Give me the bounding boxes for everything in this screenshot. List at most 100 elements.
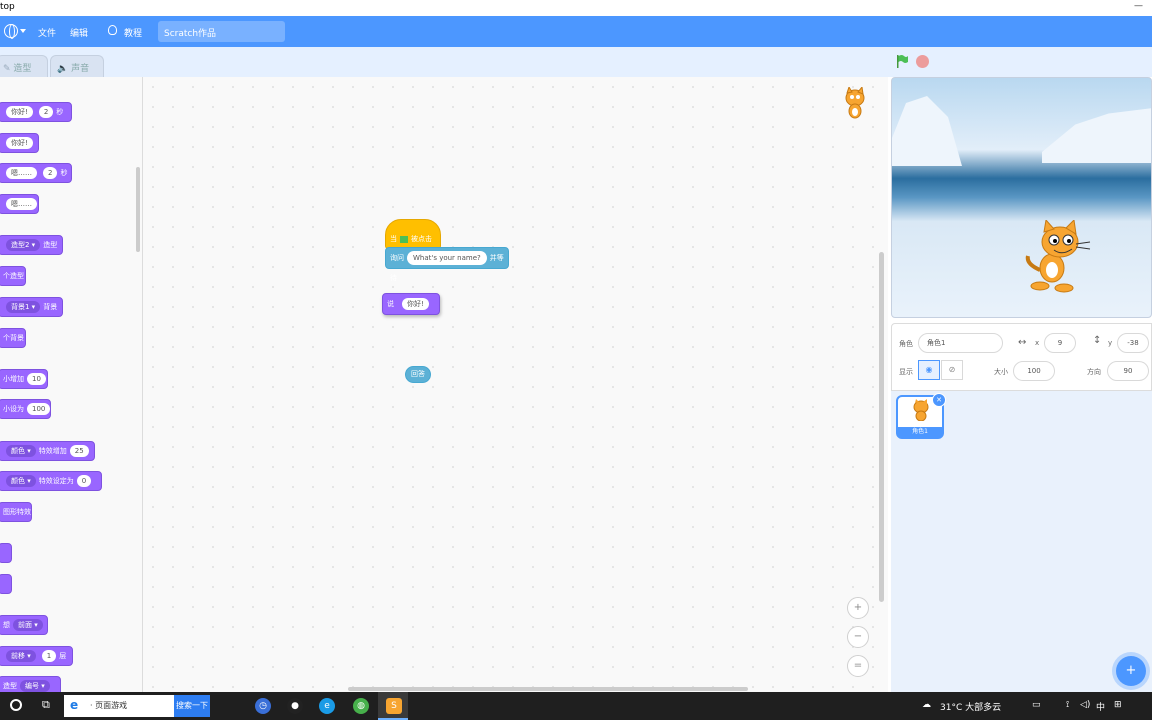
clock-app-icon[interactable]: ◷ [255,698,271,714]
menu-tutorials[interactable]: 教程 [124,26,142,39]
palette-block-hide[interactable] [0,574,12,594]
palette-block-change-size[interactable]: 小增加 10 [0,369,48,389]
block-dropdown[interactable]: 颜色 ▾ [6,475,36,487]
block-label: 层 [59,652,67,660]
tab-costumes[interactable]: ✎ 造型 [0,55,48,77]
stage[interactable] [891,77,1152,318]
taskbar-search-text: · 页面游戏 [90,701,128,710]
language-caret-icon[interactable] [20,29,26,33]
x-field[interactable]: 9 [1044,333,1076,353]
palette-block-change-effect[interactable]: 颜色 ▾ 特效增加 25 [0,441,95,461]
block-dropdown[interactable]: 前面 ▾ [13,619,43,631]
block-input[interactable]: 2 [43,167,58,179]
scratch-app-icon: S [386,698,402,714]
zoom-reset-button[interactable]: = [847,655,869,677]
zoom-out-button[interactable]: − [847,626,869,648]
block-input[interactable]: 10 [27,373,46,385]
block-input[interactable]: 你好! [6,137,33,149]
block-input[interactable]: 25 [69,445,89,457]
palette-block-set-effect[interactable]: 颜色 ▾ 特效设定为 0 [0,471,102,491]
tab-sounds[interactable]: 🔈 声音 [50,55,104,77]
say-block[interactable]: 说你好! [382,293,440,315]
add-sprite-button[interactable]: + [1116,656,1146,686]
workspace-horizontal-scrollbar[interactable] [348,687,748,691]
ime-indicator[interactable]: 中 [1096,700,1105,713]
palette-block-switch-backdrop[interactable]: 背景1 ▾ 背景 [0,297,63,317]
project-title-input[interactable]: Scratch作品 [158,21,285,42]
block-label: 秒 [60,169,68,177]
block-dropdown[interactable]: 编号 ▾ [20,680,50,692]
block-input[interactable]: 1 [41,650,57,662]
palette-block-clear-effects[interactable]: 图形特效 [0,502,32,522]
palette-block-show[interactable] [0,543,12,563]
zoom-in-button[interactable]: + [847,597,869,619]
palette-block-costume-number[interactable]: 造型 编号 ▾ [0,676,61,692]
block-label: 秒 [56,108,64,116]
stop-button[interactable] [916,55,929,68]
ask-and-wait-block[interactable]: 询问 What's your name? 并等待 [385,247,509,282]
ask-question-input[interactable]: What's your name? [407,251,487,265]
block-dropdown[interactable]: 前移 ▾ [6,650,36,662]
battery-icon[interactable]: ▭ [1032,700,1041,710]
say-text-input[interactable]: 你好! [402,298,429,310]
palette-block-next-costume[interactable]: 个造型 [0,266,26,286]
palette-block-change-layer[interactable]: 前移 ▾ 1 层 [0,646,73,666]
taskbar-search-box[interactable]: e · 页面游戏 [64,695,174,717]
speaker-icon: 🔈 [57,64,69,74]
editor-tab-strip [0,47,888,77]
size-field[interactable]: 100 [1013,361,1055,381]
palette-block-switch-costume[interactable]: 造型2 ▾ 造型 [0,235,63,255]
menu-file[interactable]: 文件 [38,26,56,39]
palette-block-say-for-secs[interactable]: 你好! 2 秒 [0,102,72,122]
taskbar-search-button[interactable]: 搜索一下 [174,695,210,717]
palette-block-next-backdrop[interactable]: 个背景 [0,328,26,348]
block-input[interactable]: 嗯…… [6,167,37,179]
answer-reporter-block[interactable]: 回答 [405,366,431,383]
language-globe-icon[interactable] [4,24,18,39]
code-workspace[interactable]: 当被点击 询问 What's your name? 并等待 说你好! 回答 + − … [143,77,888,692]
block-input[interactable]: 2 [38,106,54,118]
scratch-taskbar-tab[interactable]: S [378,692,408,720]
when-flag-clicked-block[interactable]: 当 被点击 [385,219,441,249]
block-dropdown[interactable]: 背景1 ▾ [6,301,41,313]
block-input[interactable]: 你好! [6,106,33,118]
volume-icon[interactable]: ◁) [1080,700,1090,710]
start-circle-icon[interactable] [10,699,22,711]
delete-sprite-button[interactable]: ✕ [932,393,946,407]
x-arrows-icon: ↔ [1018,337,1027,348]
task-view-icon[interactable]: ⧉ [42,698,50,712]
network-icon[interactable]: ⟟ [1066,700,1069,710]
green-app-icon[interactable]: ◍ [353,698,369,714]
qq-penguin-icon[interactable]: ● [287,698,303,714]
minimize-button[interactable]: — [1134,1,1143,11]
block-input[interactable]: 100 [27,403,51,415]
weather-text[interactable]: 31°C 大部多云 [940,700,1001,713]
block-label: 造型 [3,682,17,690]
show-hidden-button[interactable]: ⊘ [941,360,963,380]
sprite-name-field[interactable]: 角色1 [918,333,1003,353]
green-flag-icon[interactable] [896,55,909,68]
weather-cloud-icon[interactable]: ☁ [922,700,931,710]
show-label: 显示 [899,368,913,376]
menu-edit[interactable]: 编辑 [70,26,88,39]
edge-browser-icon[interactable]: e [319,698,335,714]
palette-block-say[interactable]: 你好! [0,133,39,153]
keyboard-grid-icon[interactable]: ⊞ [1114,700,1122,710]
block-label: 个造型 [3,272,24,280]
palette-scrollbar[interactable] [136,167,140,252]
show-visible-button[interactable]: ◉ [918,360,940,380]
block-dropdown[interactable]: 颜色 ▾ [6,445,36,457]
palette-block-think[interactable]: 嗯…… [0,194,39,214]
size-label: 大小 [994,368,1008,376]
block-dropdown[interactable]: 造型2 ▾ [6,239,41,251]
palette-block-go-to-layer[interactable]: 想前面 ▾ [0,615,48,635]
direction-field[interactable]: 90 [1107,361,1149,381]
direction-label: 方向 [1087,368,1101,376]
palette-block-think-for-secs[interactable]: 嗯…… 2 秒 [0,163,72,183]
palette-block-set-size[interactable]: 小设为 100 [0,399,51,419]
workspace-vertical-scrollbar[interactable] [879,252,884,602]
y-field[interactable]: -38 [1117,333,1149,353]
lightbulb-icon[interactable] [108,25,117,35]
block-input[interactable]: 嗯…… [6,198,37,210]
block-input[interactable]: 0 [76,475,92,487]
